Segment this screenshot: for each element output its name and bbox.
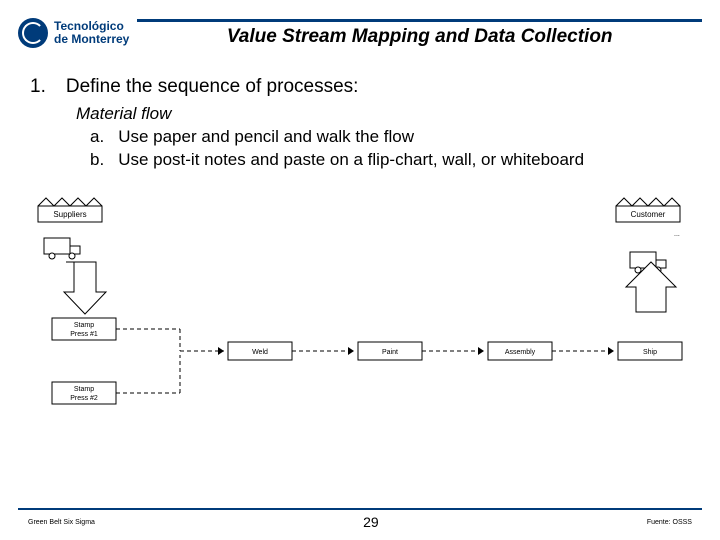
logo-icon (18, 18, 48, 48)
svg-text:...: ... (674, 231, 680, 238)
slide-header: Tecnológico de Monterrey Value Stream Ma… (18, 18, 702, 48)
push-arrows (116, 329, 614, 393)
supplier-arrow-icon (64, 262, 106, 314)
sublist-heading: Material flow (76, 104, 690, 124)
sublist-mark: a. (90, 126, 104, 149)
logo-line2: de Monterrey (54, 33, 129, 46)
sublist: Material flow a. Use paper and pencil an… (76, 104, 690, 172)
footer-left: Green Belt Six Sigma (28, 519, 95, 526)
vsm-diagram: Suppliers Customer ... Stamp Press #1 St… (20, 192, 700, 450)
customer-arrow-icon (626, 262, 676, 312)
sublist-item-b: b. Use post-it notes and paste on a flip… (90, 149, 690, 172)
title-wrap: Value Stream Mapping and Data Collection (137, 19, 702, 48)
ship-box: Ship (618, 342, 682, 360)
paint-box: Paint (358, 342, 422, 360)
svg-text:Press #1: Press #1 (70, 331, 98, 338)
footer-right: Fuente: OSSS (647, 519, 692, 526)
svg-text:Stamp: Stamp (74, 322, 94, 329)
content-area: 1. Define the sequence of processes: Mat… (30, 76, 690, 172)
sublist-mark: b. (90, 149, 104, 172)
sublist-text: Use paper and pencil and walk the flow (118, 126, 414, 149)
customer-label: Customer (631, 210, 666, 219)
footer-rule (18, 508, 702, 510)
stamp2-box: Stamp Press #2 (52, 382, 116, 404)
ship-label: Ship (643, 349, 657, 356)
list-num: 1. (30, 76, 46, 98)
title-rule (137, 19, 702, 22)
slide-footer: Green Belt Six Sigma 29 Fuente: OSSS (28, 514, 692, 530)
paint-label: Paint (382, 349, 398, 356)
weld-label: Weld (252, 349, 268, 356)
list-item-1: 1. Define the sequence of processes: (30, 76, 690, 98)
stamp1-box: Stamp Press #1 (52, 318, 116, 340)
page-number: 29 (363, 514, 379, 530)
svg-text:Press #2: Press #2 (70, 395, 98, 402)
sublist-text: Use post-it notes and paste on a flip-ch… (118, 149, 584, 172)
assembly-label: Assembly (505, 349, 536, 356)
suppliers-label: Suppliers (53, 210, 86, 219)
list-text: Define the sequence of processes: (66, 76, 359, 98)
sublist-item-a: a. Use paper and pencil and walk the flo… (90, 126, 690, 149)
suppliers-box: Suppliers (38, 198, 102, 222)
logo-text: Tecnológico de Monterrey (54, 20, 129, 46)
assembly-box: Assembly (488, 342, 552, 360)
truck-in-icon (44, 238, 80, 259)
slide-title: Value Stream Mapping and Data Collection (137, 26, 702, 48)
weld-box: Weld (228, 342, 292, 360)
customer-box: Customer ... (616, 198, 680, 238)
logo-block: Tecnológico de Monterrey (18, 18, 129, 48)
svg-text:Stamp: Stamp (74, 386, 94, 393)
